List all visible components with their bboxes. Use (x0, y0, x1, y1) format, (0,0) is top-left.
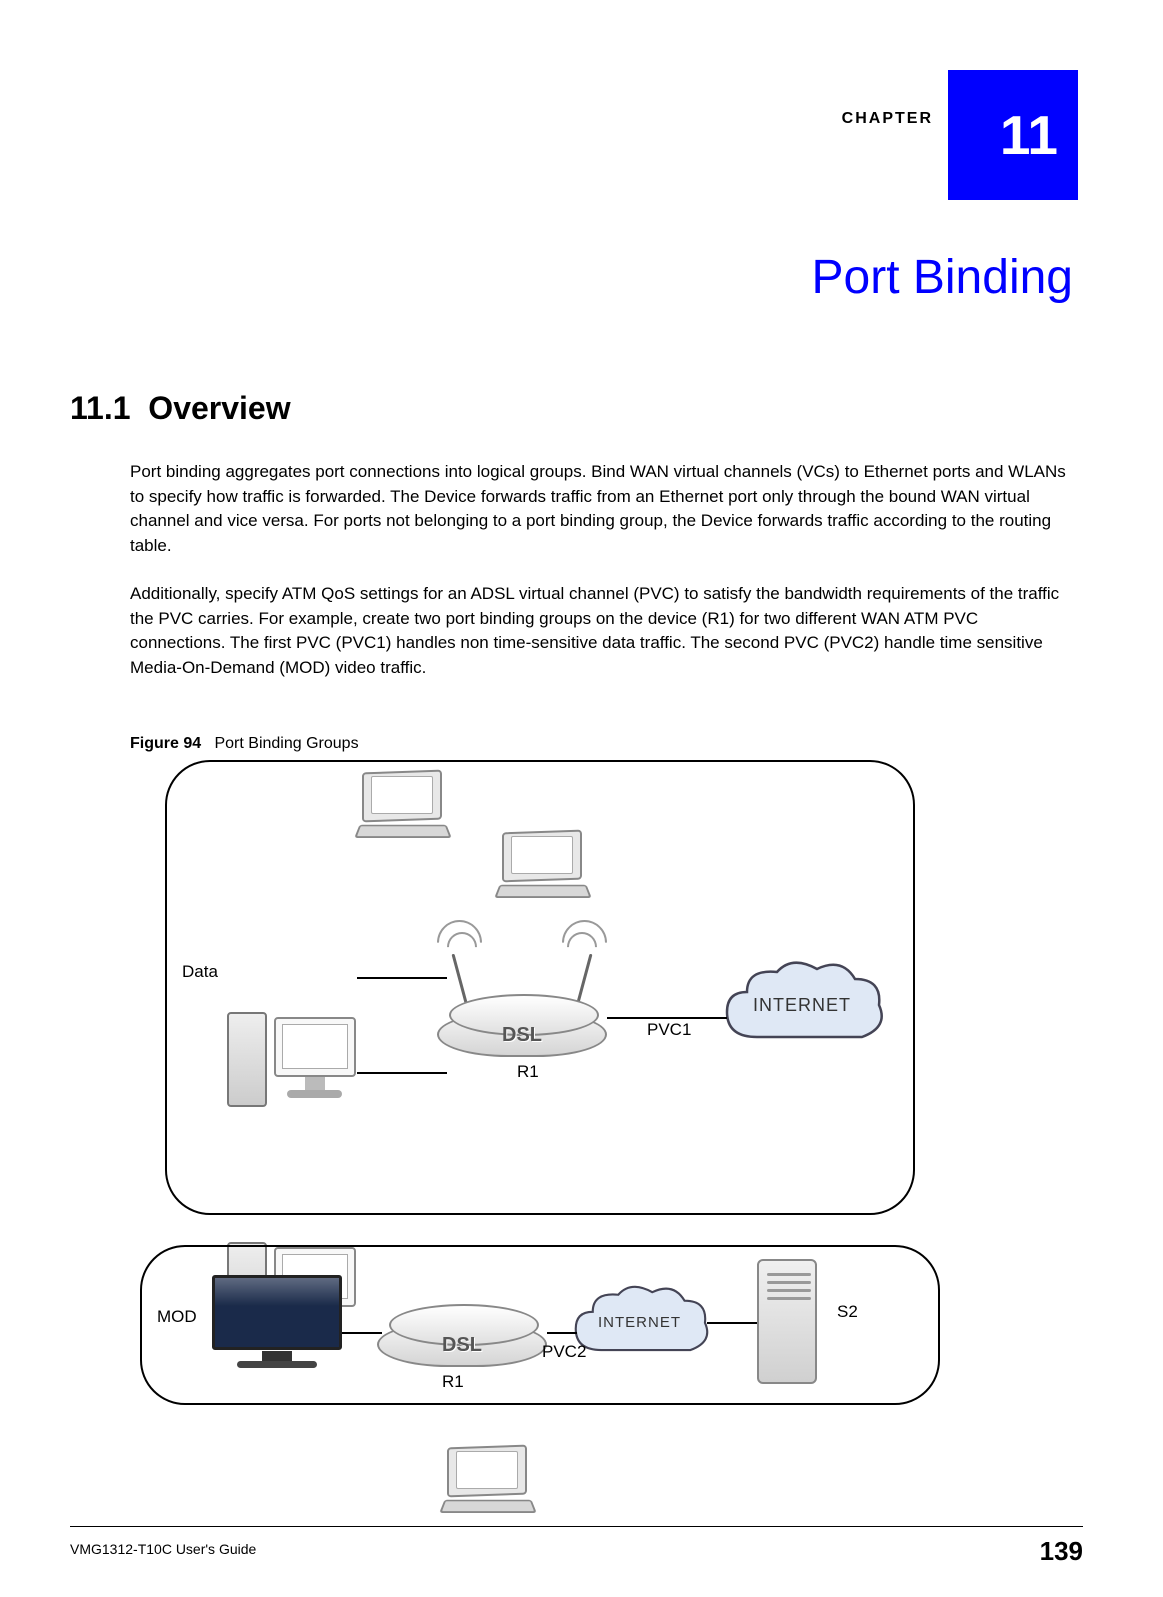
paragraph-1: Port binding aggregates port connections… (130, 460, 1073, 559)
chapter-number-box: 11 (948, 70, 1078, 200)
internet-cloud-icon: INTERNET (567, 1282, 712, 1367)
dsl-text: DSL (379, 1334, 545, 1357)
dsl-router-icon: DSL (437, 1012, 607, 1057)
router-label-r1: R1 (517, 1062, 539, 1082)
figure-number: Figure 94 (130, 735, 201, 752)
laptop-icon (357, 777, 447, 837)
figure-title: Port Binding Groups (214, 735, 358, 752)
dsl-text: DSL (439, 1024, 605, 1047)
tv-monitor-icon (212, 1275, 352, 1370)
router-label-r1: R1 (442, 1372, 464, 1392)
server-label-s2: S2 (837, 1302, 858, 1322)
chapter-number: 11 (1000, 103, 1058, 167)
dsl-router-icon: DSL (377, 1322, 547, 1367)
footer-page-number: 139 (1040, 1536, 1083, 1567)
figure-caption: Figure 94 Port Binding Groups (130, 735, 359, 753)
section-heading: 11.1 Overview (70, 390, 291, 427)
server-icon (757, 1259, 822, 1389)
group-label-mod: MOD (157, 1307, 197, 1327)
chapter-label: CHAPTER (842, 110, 933, 128)
desktop-pc-icon (227, 1012, 357, 1112)
internet-label: INTERNET (717, 995, 887, 1016)
footer-rule (70, 1526, 1083, 1527)
link-label-pvc2: PVC2 (542, 1342, 586, 1362)
laptop-icon (497, 837, 587, 897)
internet-label: INTERNET (567, 1314, 712, 1331)
page: CHAPTER 11 Port Binding 11.1 Overview Po… (0, 0, 1163, 1597)
internet-cloud-icon: INTERNET (717, 957, 887, 1057)
link-label-pvc1: PVC1 (647, 1020, 691, 1040)
laptop-icon (442, 1452, 532, 1512)
figure-group-data: DSL INTERNET Data R1 PVC1 (165, 760, 915, 1215)
footer-guide-title: VMG1312-T10C User's Guide (70, 1541, 256, 1557)
chapter-title: Port Binding (812, 250, 1074, 305)
paragraph-2: Additionally, specify ATM QoS settings f… (130, 582, 1073, 681)
figure-group-mod: DSL INTERNET MOD R1 PVC2 S2 (140, 1245, 940, 1405)
section-number: 11.1 (70, 390, 131, 426)
section-title: Overview (148, 390, 290, 426)
group-label-data: Data (182, 962, 218, 982)
